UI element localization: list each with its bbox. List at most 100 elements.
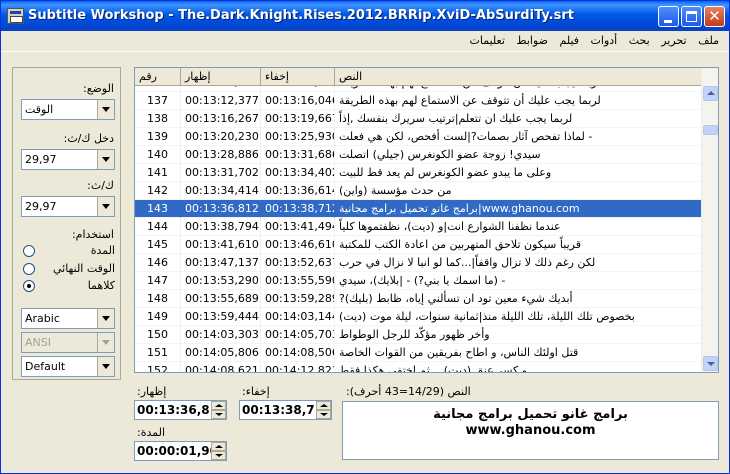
row-show-time: 00:13:16,267 xyxy=(181,110,261,128)
style-select[interactable]: Default xyxy=(21,356,115,377)
row-text: سيدي! زوجة عضو الكونغرس (جيلي) اتصلت xyxy=(335,146,702,164)
table-row[interactable]: 146 00:13:47,137 00:13:52,637 لكن رغم ذلك ل… xyxy=(135,254,702,272)
scroll-down-icon[interactable] xyxy=(703,356,718,371)
fps-label: ك/ث: xyxy=(87,179,114,192)
row-show-time: 00:13:34,414 xyxy=(181,182,261,200)
duration-input[interactable]: 00:00:01,900 xyxy=(134,441,227,461)
mode-select[interactable]: الوقت xyxy=(21,99,115,120)
row-text: وأخر ظهور مؤكّد للرجل الوطواط xyxy=(335,326,702,344)
hide-time-input[interactable]: 00:13:38,712 xyxy=(239,400,332,420)
charset-select: ANSI xyxy=(21,332,115,353)
table-row[interactable]: 141 00:13:31,702 00:13:34,402 وعلى ما يبدو … xyxy=(135,164,702,182)
row-show-time: 00:13:55,689 xyxy=(181,290,261,308)
hide-time-label: إخفاء: xyxy=(242,385,270,398)
row-hide-time: 00:13:41,494 xyxy=(261,218,335,236)
table-row[interactable]: 148 00:13:55,689 00:13:59,289 أبديك شيء معي… xyxy=(135,290,702,308)
title-bar[interactable]: Subtitle Workshop - The.Dark.Knight.Rise… xyxy=(1,1,729,31)
spin-down-icon[interactable] xyxy=(316,410,331,419)
chevron-down-icon[interactable] xyxy=(97,150,114,169)
language-select[interactable]: Arabic xyxy=(21,308,115,329)
radio-duration-label[interactable]: المدة xyxy=(39,244,115,257)
scroll-thumb[interactable] xyxy=(703,125,718,135)
input-fps-select[interactable]: 29,97 xyxy=(21,149,115,170)
row-text: لربما يجب عليك ان تتعلم|ترتيب سريرك بنفس… xyxy=(335,110,702,128)
spin-down-icon[interactable] xyxy=(211,410,226,419)
table-row[interactable]: 145 00:13:41,610 00:13:46,610 قريباً سيكون … xyxy=(135,236,702,254)
subtitle-text-editor[interactable]: برامج غانو تحميل برامج مجانية www.ghanou… xyxy=(342,401,719,460)
row-text: عندما نظفنا الشوارع انت|و (ديت)، نظفتموه… xyxy=(335,218,702,236)
row-hide-time: 00:13:52,637 xyxy=(261,254,335,272)
table-row[interactable]: 152 00:14:08,621 00:14:12,821 و كسر عنق (دي… xyxy=(135,362,702,372)
spin-up-icon[interactable] xyxy=(211,442,226,451)
row-hide-time: 00:13:59,289 xyxy=(261,290,335,308)
row-number: 146 xyxy=(135,254,181,272)
table-row[interactable]: 140 00:13:28,886 00:13:31,686 سيدي! زوجة عض… xyxy=(135,146,702,164)
menu-edit[interactable]: تحرير xyxy=(657,31,690,47)
chevron-down-icon[interactable] xyxy=(97,100,114,119)
app-icon[interactable] xyxy=(7,8,24,24)
chevron-down-icon[interactable] xyxy=(97,197,114,216)
chevron-down-icon[interactable] xyxy=(97,309,114,328)
radio-final-time-label[interactable]: الوقت النهائي xyxy=(39,262,115,275)
close-button[interactable]: ✕ xyxy=(704,6,725,27)
row-text: - لماذا تفحص آثار بصمات?|لست أفحص، لكن ه… xyxy=(335,128,702,146)
fps-value: 29,97 xyxy=(25,200,57,213)
menu-search[interactable]: بحث xyxy=(625,31,654,47)
row-show-time: 00:13:36,812 xyxy=(181,200,261,218)
row-hide-time: 00:13:31,686 xyxy=(261,146,335,164)
row-show-time: 00:13:59,444 xyxy=(181,308,261,326)
col-number-header[interactable]: رقم xyxy=(135,68,181,86)
row-number: 137 xyxy=(135,92,181,110)
row-show-time: 00:13:53,290 xyxy=(181,272,261,290)
maximize-button[interactable] xyxy=(681,6,702,27)
spin-up-icon[interactable] xyxy=(316,401,331,410)
charset-value: ANSI xyxy=(25,336,51,349)
radio-final-time[interactable] xyxy=(23,263,35,275)
spin-down-icon[interactable] xyxy=(211,451,226,460)
col-show-header[interactable]: إظهار xyxy=(181,68,261,86)
input-fps-label: دخل ك/ث: xyxy=(63,132,114,145)
table-row[interactable]: 142 00:13:34,414 00:13:36,614 من حدث مؤسسة … xyxy=(135,182,702,200)
use-label: استخدام: xyxy=(71,228,114,241)
col-text-header[interactable]: النص xyxy=(335,68,702,86)
row-show-time: 00:13:28,886 xyxy=(181,146,261,164)
menu-help[interactable]: تعليمات xyxy=(466,31,509,47)
table-row[interactable]: 137 00:13:12,377 00:13:16,046 لربما يجب علي… xyxy=(135,92,702,110)
table-row[interactable]: 139 00:13:20,230 00:13:25,930- لماذا تفحص … xyxy=(135,128,702,146)
row-number: 147 xyxy=(135,272,181,290)
menu-movie[interactable]: فيلم xyxy=(556,31,584,47)
row-number: 140 xyxy=(135,146,181,164)
table-row[interactable]: 151 00:14:05,806 00:14:08,506 قتل اولئك الن… xyxy=(135,344,702,362)
table-row[interactable]: 138 00:13:16,267 00:13:19,667 لربما يجب علي… xyxy=(135,110,702,128)
col-hide-header[interactable]: إخفاء xyxy=(261,68,335,86)
spin-up-icon[interactable] xyxy=(211,401,226,410)
subtitle-grid[interactable]: رقم إظهار إخفاء النص 00:13:14,20900:13:1… xyxy=(134,67,719,373)
radio-duration[interactable] xyxy=(23,245,35,257)
radio-both-label[interactable]: كلاهما xyxy=(39,279,115,292)
show-time-label: إظهار: xyxy=(137,385,167,398)
minimize-button[interactable] xyxy=(658,6,679,27)
row-show-time: 00:13:47,137 xyxy=(181,254,261,272)
fps-select[interactable]: 29,97 xyxy=(21,196,115,217)
row-text: www.ghanou.com|برامج غانو تحميل برامج مج… xyxy=(335,200,702,218)
row-text: لكن رغم ذلك لا تزال واقفاً|...كما لو انب… xyxy=(335,254,702,272)
menu-tools[interactable]: أدوات xyxy=(587,31,622,47)
table-row[interactable]: 150 00:14:03,303 00:14:05,703 وأخر ظهور مؤك… xyxy=(135,326,702,344)
row-number: 144 xyxy=(135,218,181,236)
radio-both[interactable] xyxy=(23,280,35,292)
table-row[interactable]: 143 00:13:36,812 00:13:38,712 www.ghanou.co… xyxy=(135,200,702,218)
show-time-input[interactable]: 00:13:36,812 xyxy=(134,400,227,420)
menu-file[interactable]: ملف xyxy=(694,31,723,47)
menu-settings[interactable]: ضوابط xyxy=(512,31,552,47)
chevron-down-icon[interactable] xyxy=(97,357,114,376)
table-row[interactable]: 147 00:13:53,290 00:13:55,590- (ما اسمك يا… xyxy=(135,272,702,290)
table-row[interactable]: 144 00:13:38,794 00:13:41,494 عندما نظفنا ا… xyxy=(135,218,702,236)
scroll-up-icon[interactable] xyxy=(703,86,718,101)
row-number: 143 xyxy=(135,200,181,218)
row-hide-time: 00:13:25,930 xyxy=(261,128,335,146)
window-title: Subtitle Workshop - The.Dark.Knight.Rise… xyxy=(28,8,574,23)
row-hide-time: 00:14:05,703 xyxy=(261,326,335,344)
row-number: 139 xyxy=(135,128,181,146)
table-row[interactable]: 149 00:13:59,444 00:14:03,144 بخصوص تلك الل… xyxy=(135,308,702,326)
grid-scrollbar[interactable] xyxy=(701,68,718,372)
